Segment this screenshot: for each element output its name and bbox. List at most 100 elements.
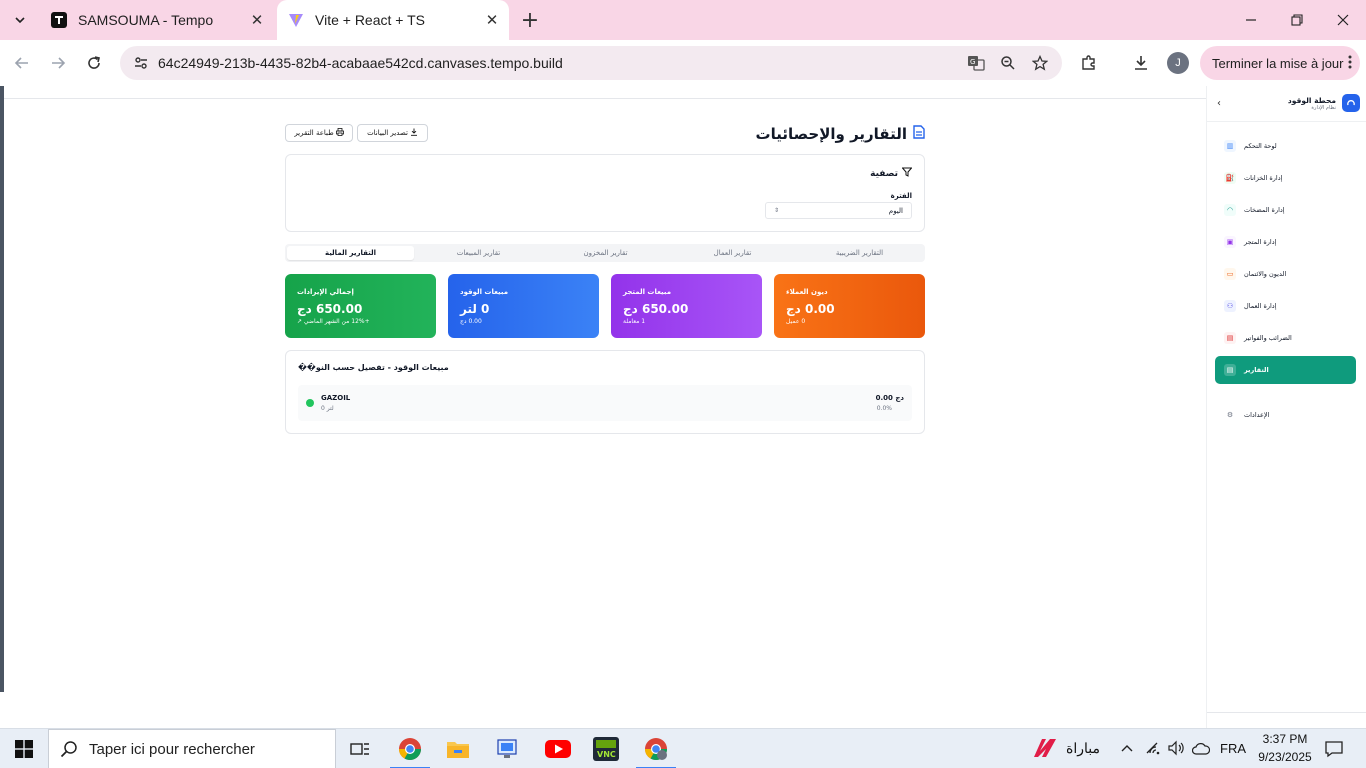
users-icon: ⚇ <box>1224 300 1236 312</box>
period-value: اليوم <box>888 206 903 215</box>
onedrive-cloud-icon[interactable] <box>1191 741 1211 760</box>
page-title-group: التقارير والإحصائيات <box>756 124 925 143</box>
sidebar-brand-subtitle: نظام الإدارة <box>1311 104 1336 111</box>
close-tab-icon[interactable]: ✕ <box>244 7 270 33</box>
left-scroll-edge <box>0 86 4 692</box>
tray-chevron-up-icon[interactable] <box>1120 741 1134 760</box>
fuel-status-dot <box>306 399 314 407</box>
filter-funnel-icon <box>901 167 913 180</box>
filter-header: تصفية <box>870 167 913 180</box>
sidebar-item-pumps[interactable]: ◠ إدارة المضخات <box>1215 197 1356 223</box>
detail-card-title: مبيعات الوقود - تفصيل حسب النو�� <box>298 363 449 372</box>
input-language-indicator[interactable]: FRA <box>1220 741 1246 756</box>
zoom-icon[interactable] <box>992 49 1024 77</box>
sidebar-item-label: إدارة العمال <box>1244 302 1277 310</box>
browser-tab-samsouma[interactable]: SAMSOUMA - Tempo ✕ <box>40 0 274 40</box>
chrome-profile-app-icon[interactable] <box>632 729 680 768</box>
profile-avatar[interactable]: J <box>1167 52 1189 74</box>
fuel-quantity: 0 لتر <box>321 405 334 412</box>
sidebar-item-taxes[interactable]: ▤ الضرائب والفواتير <box>1215 325 1356 351</box>
stat-label: مبيعات المتجر <box>623 288 672 296</box>
windows-start-icon[interactable] <box>0 729 48 768</box>
list-item: GAZOIL 0 لتر 0.00 دج 0.0% <box>298 385 912 421</box>
remote-desktop-icon[interactable] <box>484 729 532 768</box>
print-report-button[interactable]: طباعة التقرير <box>285 124 353 142</box>
sidebar-brand-name: محطة الوقود <box>1287 95 1336 105</box>
sidebar-item-label: الإعدادات <box>1244 411 1270 419</box>
address-bar[interactable]: 64c24949-213b-4435-82b4-acabaae542cd.can… <box>120 46 1062 80</box>
search-placeholder: Taper ici pour rechercher <box>89 740 255 758</box>
report-tabs: التقارير الضريبية تقارير العمال تقارير ا… <box>285 244 925 262</box>
sidebar-item-debts[interactable]: ▭ الديون والائتمان <box>1215 261 1356 287</box>
wifi-icon[interactable] <box>1145 740 1163 760</box>
task-view-icon[interactable] <box>336 729 384 768</box>
sidebar-item-store[interactable]: ▣ إدارة المتجر <box>1215 229 1356 255</box>
translate-icon[interactable]: G <box>960 49 992 77</box>
weather-sports-icon[interactable] <box>1032 737 1058 763</box>
back-arrow-icon[interactable] <box>8 49 36 77</box>
page-title: التقارير والإحصائيات <box>755 124 907 143</box>
tab-title: Vite + React + TS <box>315 12 425 28</box>
notification-center-icon[interactable] <box>1324 740 1344 762</box>
fuel-tank-icon: ⛽ <box>1224 172 1236 184</box>
weather-widget-text[interactable]: مباراة <box>1066 740 1100 757</box>
taskbar-search-input[interactable]: Taper ici pour rechercher <box>48 729 336 768</box>
filter-card: تصفية الفترة اليوم ⇕ <box>285 154 925 232</box>
extensions-puzzle-icon[interactable] <box>1075 49 1103 77</box>
file-explorer-icon[interactable] <box>434 729 482 768</box>
browser-tab-vite[interactable]: Vite + React + TS ✕ <box>277 0 509 40</box>
new-tab-button[interactable]: + <box>516 6 544 34</box>
close-window-icon[interactable] <box>1320 0 1366 40</box>
tab-financial-reports[interactable]: التقارير المالية <box>287 246 414 260</box>
fuel-type-name: GAZOIL <box>321 394 351 402</box>
tab-search-chevron-icon[interactable] <box>6 6 34 34</box>
stat-card-fuel-sales: مبيعات الوقود 0 لتر 0.00 دج <box>448 274 599 338</box>
stat-card-store-sales: مبيعات المتجر 650.00 دج 1 معاملة <box>611 274 762 338</box>
stat-value: 0 لتر <box>460 302 490 316</box>
tab-worker-reports[interactable]: تقارير العمال <box>669 246 796 260</box>
url-text[interactable]: 64c24949-213b-4435-82b4-acabaae542cd.can… <box>158 55 960 71</box>
site-settings-icon[interactable] <box>126 55 156 71</box>
clock-time[interactable]: 3:37 PM <box>1260 732 1310 746</box>
sidebar-item-label: الضرائب والفواتير <box>1244 334 1292 342</box>
chart-bar-icon: ▥ <box>1224 140 1236 152</box>
clock-date[interactable]: 9/23/2025 <box>1254 750 1316 764</box>
volume-icon[interactable] <box>1167 740 1185 760</box>
tab-inventory-reports[interactable]: تقارير المخزون <box>542 246 669 260</box>
report-document-icon <box>913 124 925 143</box>
sidebar-item-label: إدارة المضخات <box>1244 206 1285 214</box>
fuel-amount: 0.00 دج <box>875 394 904 402</box>
sidebar-item-tanks[interactable]: ⛽ إدارة الخزانات <box>1215 165 1356 191</box>
sidebar-brand: محطة الوقود نظام الإدارة <box>1288 94 1360 112</box>
minimize-icon[interactable] <box>1228 0 1274 40</box>
more-menu-icon[interactable] <box>1348 54 1352 73</box>
sidebar-item-workers[interactable]: ⚇ إدارة العمال <box>1215 293 1356 319</box>
restore-icon[interactable] <box>1274 0 1320 40</box>
gauge-logo-icon <box>1342 94 1360 112</box>
update-button-label: Terminer la mise à jour <box>1212 55 1344 71</box>
export-data-button[interactable]: تصدير البيانات <box>357 124 428 142</box>
sidebar-item-dashboard[interactable]: ▥ لوحة التحكم <box>1215 133 1356 159</box>
printer-icon <box>335 128 344 138</box>
sidebar-footer-divider <box>1207 712 1366 713</box>
stat-subtext: 0 عميل <box>786 318 806 325</box>
vnc-viewer-icon[interactable]: VNC <box>582 729 630 768</box>
tab-tax-reports[interactable]: التقارير الضريبية <box>796 246 923 260</box>
chrome-app-icon[interactable] <box>386 729 434 768</box>
tab-sales-reports[interactable]: تقارير المبيعات <box>415 246 542 260</box>
stat-value: 650.00 دج <box>623 302 689 316</box>
collapse-chevron-icon[interactable]: › <box>1217 98 1221 109</box>
sidebar-item-reports[interactable]: ▤ التقارير <box>1215 356 1356 384</box>
bookmark-star-icon[interactable] <box>1024 49 1056 77</box>
sidebar-item-settings[interactable]: ⚙ الإعدادات <box>1215 402 1356 428</box>
reload-icon[interactable] <box>80 49 108 77</box>
page-viewport: التقارير والإحصائيات طباعة التقرير تصدير… <box>0 86 1366 728</box>
youtube-icon[interactable] <box>534 729 582 768</box>
svg-text:G: G <box>970 58 975 66</box>
receipt-icon: ▤ <box>1224 332 1236 344</box>
forward-arrow-icon[interactable] <box>44 49 72 77</box>
period-select[interactable]: اليوم ⇕ <box>765 202 912 219</box>
update-browser-button[interactable]: Terminer la mise à jour <box>1200 46 1360 80</box>
close-tab-icon[interactable]: ✕ <box>479 7 505 33</box>
download-icon[interactable] <box>1127 49 1155 77</box>
